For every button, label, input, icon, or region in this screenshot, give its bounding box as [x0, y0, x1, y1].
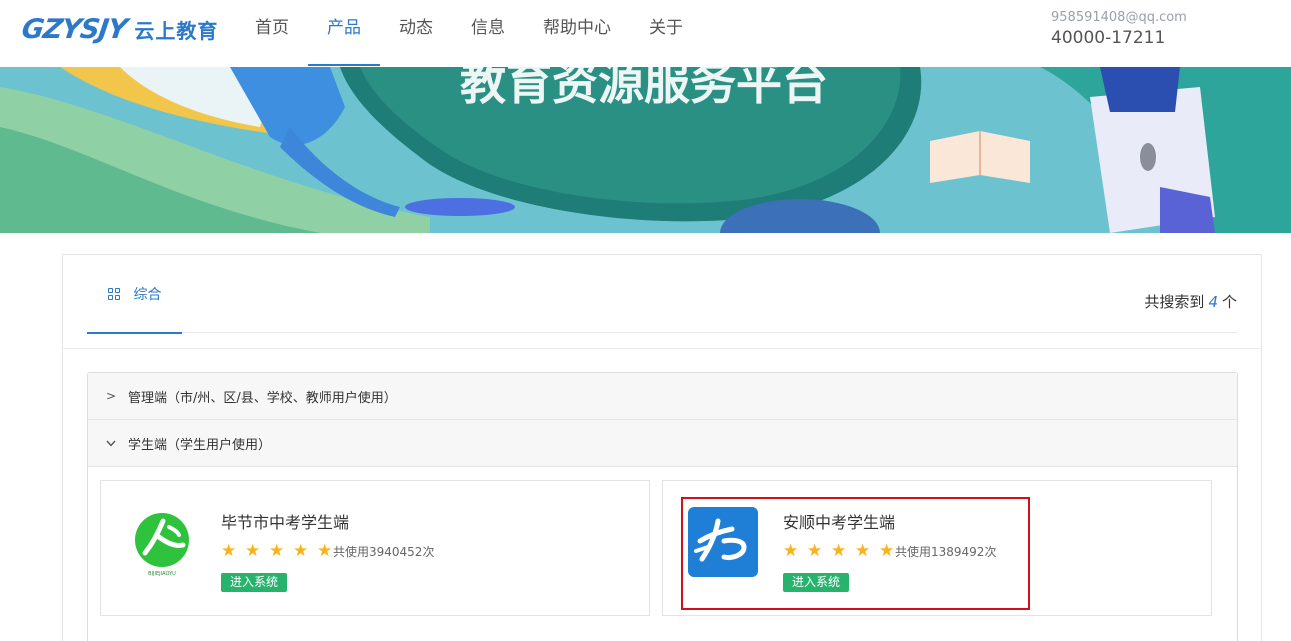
chevron-right-icon: >	[106, 389, 117, 403]
rating-stars: ★ ★ ★ ★ ★ 共使用3940452次	[221, 541, 434, 561]
tab-comprehensive-label: 综合	[133, 287, 162, 303]
result-count-number: 4	[1208, 293, 1218, 311]
section-student[interactable]: 学生端（学生用户使用）	[88, 420, 1237, 467]
main-nav: 首页 产品 动态 信息 帮助中心 关于	[236, 0, 702, 67]
banner-illustration: 教育资源服务平台	[0, 67, 1291, 233]
filter-tabs: 综合 共搜索到 4 个	[87, 255, 1237, 334]
hero-banner: 教育资源服务平台	[0, 67, 1291, 233]
star-icon: ★	[293, 541, 309, 561]
enter-system-button[interactable]: 进入系统	[221, 573, 288, 592]
star-icon: ★	[807, 541, 823, 561]
star-icon: ★	[245, 541, 261, 561]
contact-email: 958591408@qq.com	[1051, 10, 1187, 25]
contact-info: 958591408@qq.com 40000-17211	[1051, 10, 1187, 48]
logo-mark: GZYSJY	[19, 13, 129, 45]
product-title[interactable]: 毕节市中考学生端	[221, 509, 349, 533]
bijie-logo: BIJIEJIAOYU	[129, 507, 199, 577]
product-panel: 综合 共搜索到 4 个 > 管理端（市/州、区/县、学校、教师用户使用） 学生端（学…	[62, 254, 1262, 641]
usage-count: 共使用1389492次	[895, 544, 997, 559]
nav-info[interactable]: 信息	[452, 0, 524, 67]
logo-text: 云上教育	[134, 18, 219, 43]
nav-news[interactable]: 动态	[380, 0, 452, 67]
star-icon: ★	[221, 541, 237, 561]
star-icon: ★	[831, 541, 847, 561]
result-count-suffix: 个	[1221, 293, 1237, 311]
result-count-prefix: 共搜索到	[1144, 293, 1205, 311]
product-title[interactable]: 安顺中考学生端	[783, 509, 895, 533]
top-header: GZYSJY 云上教育 首页 产品 动态 信息 帮助中心 关于 95859140…	[0, 0, 1291, 67]
product-accordion: > 管理端（市/州、区/县、学校、教师用户使用） 学生端（学生用户使用） BIJ…	[87, 372, 1238, 641]
rating-stars: ★ ★ ★ ★ ★ 共使用1389492次	[783, 541, 996, 561]
product-card: BIJIEJIAOYU 毕节市中考学生端 ★ ★ ★ ★ ★ 共使用394045…	[100, 480, 650, 616]
bijie-logo-caption: BIJIEJIAOYU	[148, 571, 176, 577]
grid-icon	[107, 288, 120, 300]
nav-home[interactable]: 首页	[236, 0, 308, 67]
section-admin[interactable]: > 管理端（市/州、区/县、学校、教师用户使用）	[88, 373, 1237, 420]
enter-system-button[interactable]: 进入系统	[783, 573, 850, 592]
tab-comprehensive[interactable]: 综合	[87, 255, 182, 334]
nav-about[interactable]: 关于	[630, 0, 702, 67]
nav-help-center[interactable]: 帮助中心	[524, 0, 630, 67]
section-student-label: 学生端（学生用户使用）	[128, 437, 272, 453]
star-icon: ★	[855, 541, 871, 561]
star-icon: ★	[783, 541, 799, 561]
result-count: 共搜索到 4 个	[1144, 255, 1237, 333]
usage-count: 共使用3940452次	[333, 544, 435, 559]
section-admin-label: 管理端（市/州、区/县、学校、教师用户使用）	[128, 390, 397, 406]
anshun-logo	[688, 507, 758, 577]
star-icon: ★	[269, 541, 285, 561]
contact-phone: 40000-17211	[1051, 28, 1166, 48]
chevron-down-icon	[106, 436, 116, 450]
product-card: 安顺中考学生端 ★ ★ ★ ★ ★ 共使用1389492次 进入系统	[662, 480, 1212, 616]
banner-headline: 教育资源服务平台	[460, 67, 828, 110]
divider	[63, 348, 1261, 349]
site-logo[interactable]: GZYSJY 云上教育	[19, 13, 219, 45]
nav-products[interactable]: 产品	[308, 0, 380, 67]
